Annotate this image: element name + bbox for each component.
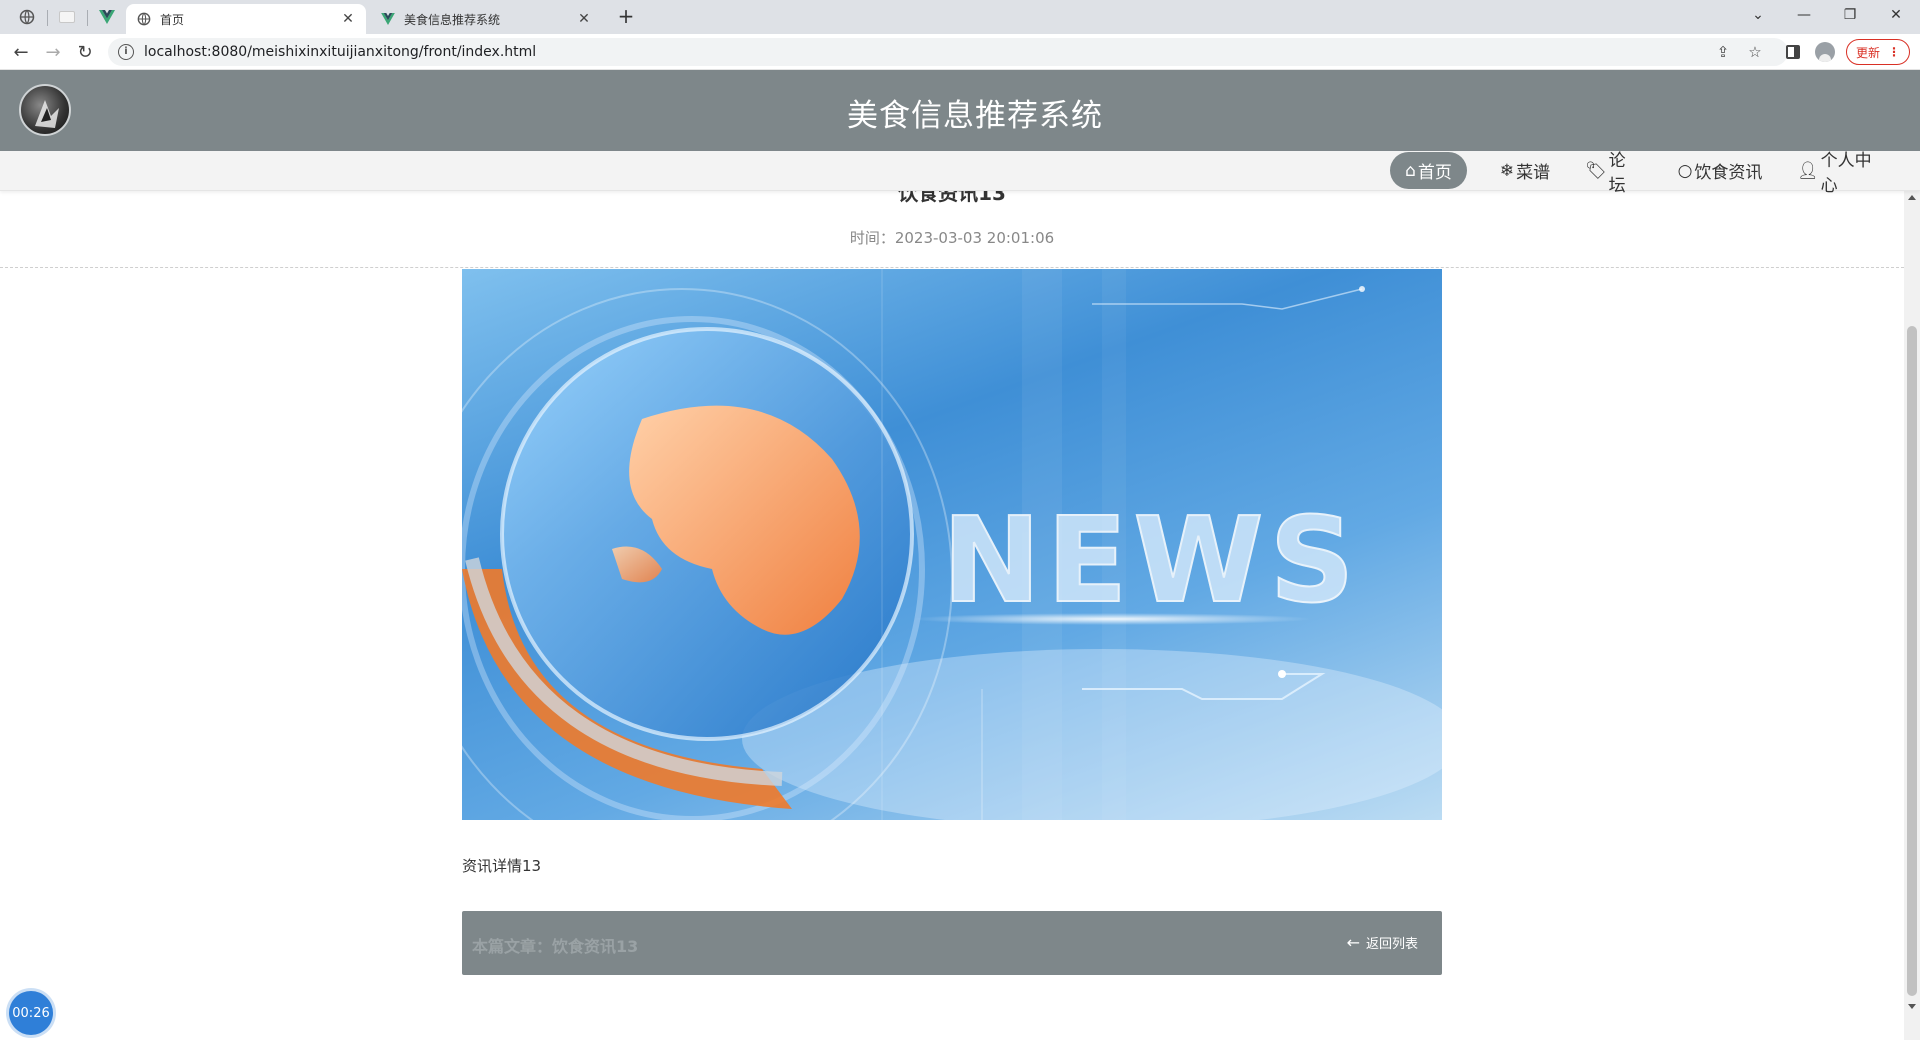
- side-panel-icon[interactable]: [1783, 42, 1803, 62]
- pinned-tab-blank[interactable]: [52, 4, 82, 30]
- close-icon[interactable]: ✕: [340, 11, 356, 27]
- back-to-list-label: 返回列表: [1365, 937, 1418, 952]
- title-divider: [0, 267, 1904, 268]
- update-button[interactable]: 更新 ⋮: [1846, 39, 1910, 65]
- new-tab-button[interactable]: +: [614, 5, 638, 29]
- more-vertical-icon: ⋮: [1888, 45, 1900, 59]
- arrow-left-icon: ←: [1346, 933, 1360, 952]
- bookmark-star-icon[interactable]: ☆: [1745, 42, 1765, 62]
- restore-icon[interactable]: ❐: [1828, 0, 1872, 30]
- nav-item-label: 论坛: [1608, 150, 1626, 196]
- nav-item-forum[interactable]: 🏷︎ 论坛: [1585, 151, 1641, 196]
- time-label: 时间：: [849, 229, 895, 247]
- tab-food-system[interactable]: 美食信息推荐系统 ✕: [370, 4, 602, 34]
- site-title: 美食信息推荐系统: [847, 98, 1103, 134]
- circle-icon: ○: [1677, 160, 1693, 181]
- nav-item-label: 个人中心: [1820, 150, 1872, 196]
- article-footer-bar: 本篇文章：饮食资讯13 ← 返回列表: [462, 911, 1442, 975]
- article-cover-image: NEWS: [462, 269, 1442, 820]
- scroll-down-arrow-icon[interactable]: [1908, 1004, 1916, 1009]
- profile-avatar-icon[interactable]: [1815, 42, 1835, 62]
- snowflake-icon: ❄: [1499, 160, 1515, 181]
- browser-tab-bar: 首页 ✕ 美食信息推荐系统 ✕ + ⌄ — ❐ ✕: [0, 0, 1920, 34]
- tab-separator: [47, 10, 48, 26]
- article-body: 资讯详情13: [462, 857, 542, 875]
- tab-search-chevron-down-icon[interactable]: ⌄: [1736, 0, 1780, 30]
- url-text: localhost:8080/meishixinxituijianxitong/…: [144, 44, 537, 60]
- vue-logo-icon: [99, 10, 115, 24]
- tab-title: 美食信息推荐系统: [404, 12, 501, 27]
- browser-toolbar: ← → ↻ i localhost:8080/meishixinxituijia…: [0, 34, 1920, 70]
- globe-icon: [136, 11, 152, 27]
- site-info-icon[interactable]: i: [118, 44, 134, 60]
- scrollbar-thumb[interactable]: [1907, 326, 1917, 996]
- nav-item-label: 饮食资讯: [1694, 163, 1763, 183]
- tab-separator: [87, 10, 88, 26]
- scroll-up-arrow-icon[interactable]: [1908, 195, 1916, 200]
- news-image-text: NEWS: [942, 491, 1361, 629]
- article-time: 时间：2023-03-03 20:01:06: [0, 227, 1904, 248]
- pinned-tab-vue[interactable]: [92, 4, 122, 30]
- blank-page-icon: [59, 11, 75, 23]
- nav-item-personal-center[interactable]: 👤︎ 个人中心: [1797, 151, 1881, 196]
- nav-item-label: 菜谱: [1516, 163, 1551, 183]
- tag-icon: 🏷︎: [1585, 160, 1607, 181]
- home-icon: ⌂: [1405, 160, 1416, 181]
- close-window-icon[interactable]: ✕: [1874, 0, 1918, 30]
- user-icon: 👤︎: [1797, 160, 1819, 181]
- forward-arrow-icon[interactable]: →: [41, 40, 65, 64]
- main-nav: ⌂ 首页 ❄ 菜谱 🏷︎ 论坛 ○ 饮食资讯 👤︎ 个人中心: [0, 151, 1920, 196]
- globe-icon: [19, 9, 35, 25]
- site-header: 美食信息推荐系统: [0, 70, 1920, 151]
- nav-item-diet-news[interactable]: ○ 饮食资讯: [1672, 152, 1768, 189]
- tab-home[interactable]: 首页 ✕: [126, 4, 366, 34]
- nav-item-recipes[interactable]: ❄ 菜谱: [1497, 152, 1553, 189]
- share-icon[interactable]: ⇪: [1713, 42, 1733, 62]
- time-value: 2023-03-03 20:01:06: [894, 229, 1055, 247]
- vue-logo-icon: [380, 11, 396, 27]
- article-page: 饮食资讯13 时间：2023-03-03 20:01:06 NEWS 资讯详情1…: [0, 191, 1904, 1040]
- close-icon[interactable]: ✕: [576, 11, 592, 27]
- current-article-label: 本篇文章：饮食资讯13: [472, 937, 639, 956]
- pinned-tab-globe[interactable]: [12, 4, 42, 30]
- recording-timer-badge[interactable]: 00:26: [9, 991, 53, 1035]
- reload-icon[interactable]: ↻: [73, 40, 97, 64]
- back-to-list-button[interactable]: ← 返回列表: [1347, 933, 1418, 952]
- news-illustration: NEWS: [462, 269, 1442, 820]
- nav-item-label: 首页: [1417, 163, 1452, 183]
- minimize-icon[interactable]: —: [1782, 0, 1826, 30]
- update-label: 更新: [1855, 45, 1880, 60]
- address-bar[interactable]: i localhost:8080/meishixinxituijianxiton…: [108, 38, 1788, 66]
- tab-title: 首页: [160, 12, 185, 27]
- page-scrollbar[interactable]: [1904, 191, 1920, 1040]
- nav-item-home[interactable]: ⌂ 首页: [1390, 152, 1467, 189]
- back-arrow-icon[interactable]: ←: [9, 40, 33, 64]
